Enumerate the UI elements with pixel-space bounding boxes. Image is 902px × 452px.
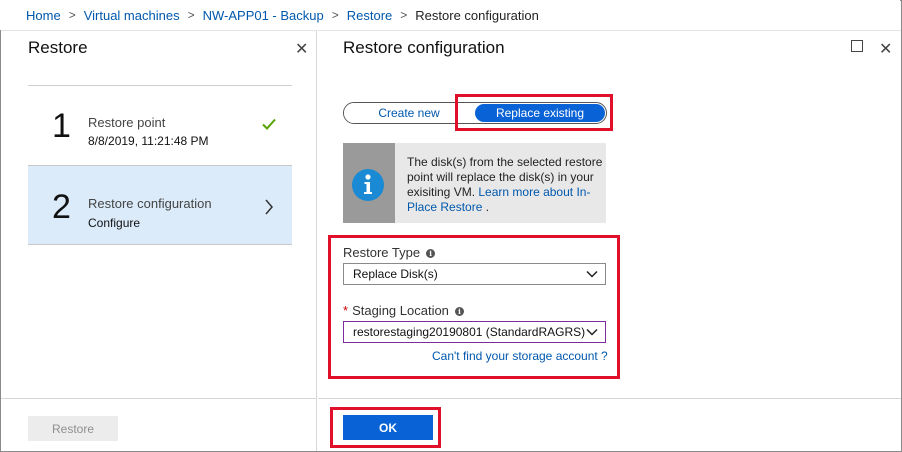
breadcrumb-restore-configuration: Restore configuration [415,7,539,23]
step-subtitle: 8/8/2019, 11:21:48 PM [88,134,209,148]
restore-blade-footer: Restore [1,398,316,452]
staging-location-value: restorestaging20190801 (StandardRAGRS) [353,325,586,339]
breadcrumb-separator: > [68,8,76,22]
breadcrumb: Home > Virtual machines > NW-APP01 - Bac… [0,0,900,30]
highlight-box-replace-existing [455,94,613,131]
chevron-down-icon [586,270,598,278]
required-mark: * [343,303,349,318]
step-subtitle: Configure [88,216,141,230]
close-icon[interactable]: ✕ [295,39,308,59]
restore-blade-title: Restore [28,38,88,57]
breadcrumb-restore[interactable]: Restore [347,8,393,23]
step-restore-configuration[interactable]: 2 Restore configuration Configure [28,165,292,245]
restore-button[interactable]: Restore [28,416,118,441]
step-title: Restore point [88,115,166,130]
step-restore-point[interactable]: 1 Restore point 8/8/2019, 11:21:48 PM [28,87,292,167]
breadcrumb-separator: > [331,8,339,22]
divider [318,398,901,399]
info-icon [352,169,384,201]
step-number: 2 [52,188,71,226]
close-icon[interactable]: ✕ [879,39,892,59]
ok-button[interactable]: OK [343,415,433,440]
breadcrumb-separator: > [187,8,195,22]
restore-type-label: Restore Type i [343,245,436,260]
divider [28,85,292,86]
staging-location-select[interactable]: restorestaging20190801 (StandardRAGRS) [343,321,606,343]
breadcrumb-separator: > [400,8,408,22]
breadcrumb-home[interactable]: Home [26,8,61,23]
info-suffix: . [485,200,490,214]
step-title: Restore configuration [88,196,212,211]
check-icon [262,118,276,130]
restore-configuration-title: Restore configuration [343,38,505,57]
breadcrumb-backup[interactable]: NW-APP01 - Backup [203,8,324,23]
maximize-icon[interactable] [851,40,863,52]
step-number: 1 [52,107,71,145]
info-banner: The disk(s) from the selected restore po… [343,143,606,223]
staging-location-label: * Staging Location i [343,303,464,318]
info-text: The disk(s) from the selected restore po… [407,155,603,215]
cant-find-storage-account-link[interactable]: Can't find your storage account ? [432,349,608,363]
chevron-right-icon [265,199,273,215]
chevron-down-icon [586,328,598,336]
restore-configuration-blade: Restore configuration ✕ Create new Repla… [318,30,901,451]
info-icon[interactable]: i [454,307,464,316]
staging-location-label-text: Staging Location [352,303,449,318]
breadcrumb-virtual-machines[interactable]: Virtual machines [84,8,180,23]
restore-type-value: Replace Disk(s) [353,267,438,281]
restore-type-select[interactable]: Replace Disk(s) [343,263,606,285]
restore-type-label-text: Restore Type [343,245,421,260]
info-icon[interactable]: i [426,249,436,258]
restore-blade: Restore ✕ 1 Restore point 8/8/2019, 11:2… [1,30,317,451]
